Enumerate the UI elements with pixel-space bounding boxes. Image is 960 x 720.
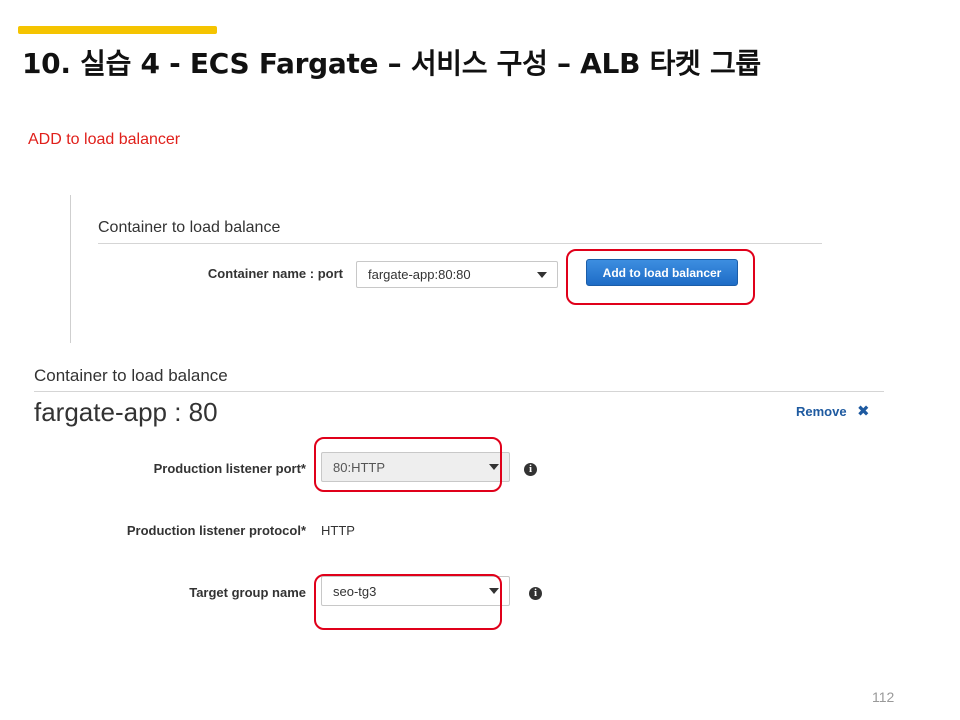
accent-bar bbox=[18, 26, 217, 34]
highlight-box-target-group bbox=[314, 574, 502, 630]
section-rule-top bbox=[98, 243, 822, 244]
add-note: ADD to load balancer bbox=[28, 131, 181, 148]
container-name-value: fargate-app:80:80 bbox=[368, 267, 471, 282]
chevron-down-icon bbox=[537, 271, 547, 278]
listener-protocol-value: HTTP bbox=[321, 523, 355, 538]
remove-link[interactable]: Remove bbox=[796, 404, 847, 419]
container-port-title: fargate-app : 80 bbox=[34, 397, 218, 427]
listener-protocol-label: Production listener protocol* bbox=[126, 523, 306, 538]
slide-title: 10. 실습 4 - ECS Fargate – 서비스 구성 – ALB 타켓… bbox=[22, 47, 761, 80]
section-rule-bottom bbox=[34, 391, 884, 392]
panel-divider bbox=[70, 195, 71, 343]
container-name-select[interactable]: fargate-app:80:80 bbox=[356, 261, 558, 288]
section-heading-top: Container to load balance bbox=[98, 219, 281, 236]
close-icon[interactable]: ✖ bbox=[857, 402, 870, 420]
info-icon[interactable]: i bbox=[529, 587, 542, 600]
info-icon[interactable]: i bbox=[524, 463, 537, 476]
highlight-box-add-button bbox=[566, 249, 755, 305]
section-heading-bottom: Container to load balance bbox=[34, 366, 228, 385]
highlight-box-listener-port bbox=[314, 437, 502, 492]
page-number: 112 bbox=[872, 689, 895, 705]
target-group-label: Target group name bbox=[189, 585, 306, 600]
container-name-label: Container name : port bbox=[207, 266, 343, 281]
listener-port-label: Production listener port* bbox=[153, 461, 306, 476]
